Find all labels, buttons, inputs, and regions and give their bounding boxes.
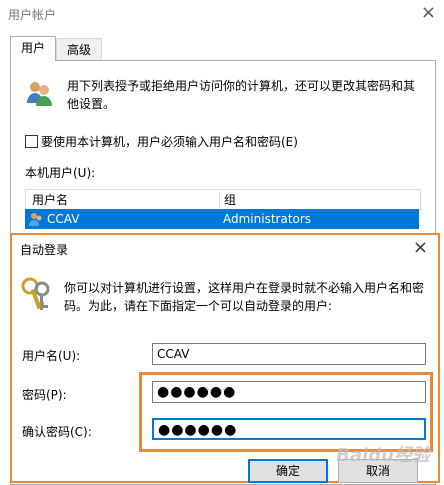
users-table-header: 用户名 组: [25, 189, 421, 211]
username-label: 用户名(U):: [22, 349, 81, 363]
dialog-title: 自动登录: [20, 243, 69, 257]
tab-advanced[interactable]: 高级: [56, 38, 103, 61]
require-login-row: 要使用本计算机，用户必须输入用户名和密码(E): [25, 133, 298, 150]
local-users-label: 本机用户(U):: [25, 166, 96, 180]
require-login-checkbox[interactable]: [25, 135, 38, 148]
intro-text: 用下列表授予或拒绝用户访问你的计算机，还可以更改其密码和其他设置。: [67, 79, 416, 111]
dialog-close-icon[interactable]: ×: [413, 237, 428, 258]
ok-button[interactable]: 确定: [248, 459, 328, 483]
password-highlight-box: [139, 372, 433, 452]
column-header-group[interactable]: 组: [224, 190, 236, 210]
watermark: Baidu经验: [336, 445, 430, 466]
password-label: 密码(P):: [22, 388, 67, 402]
tab-users[interactable]: 用户: [10, 36, 57, 61]
cell-username: CCAV: [47, 212, 80, 226]
keys-icon: [21, 277, 50, 310]
window-title: 用户帐户: [8, 8, 57, 22]
require-login-label: 要使用本计算机，用户必须输入用户名和密码(E): [41, 135, 298, 149]
tab-strip: 用户 高级: [10, 36, 103, 61]
user-icon: [29, 213, 42, 226]
table-row[interactable]: CCAV Administrators: [25, 209, 419, 229]
window-close-icon[interactable]: ×: [421, 2, 436, 23]
dialog-description: 你可以对计算机进行设置，这样用户在登录时就不必输入用户名和密码。为此，请在下面指…: [64, 281, 425, 313]
users-icon: [27, 82, 52, 106]
column-divider: [219, 193, 220, 207]
cell-group: Administrators: [223, 212, 312, 226]
username-field[interactable]: CCAV: [152, 343, 426, 365]
column-header-username[interactable]: 用户名: [32, 190, 68, 210]
confirm-password-label: 确认密码(C):: [22, 425, 92, 439]
